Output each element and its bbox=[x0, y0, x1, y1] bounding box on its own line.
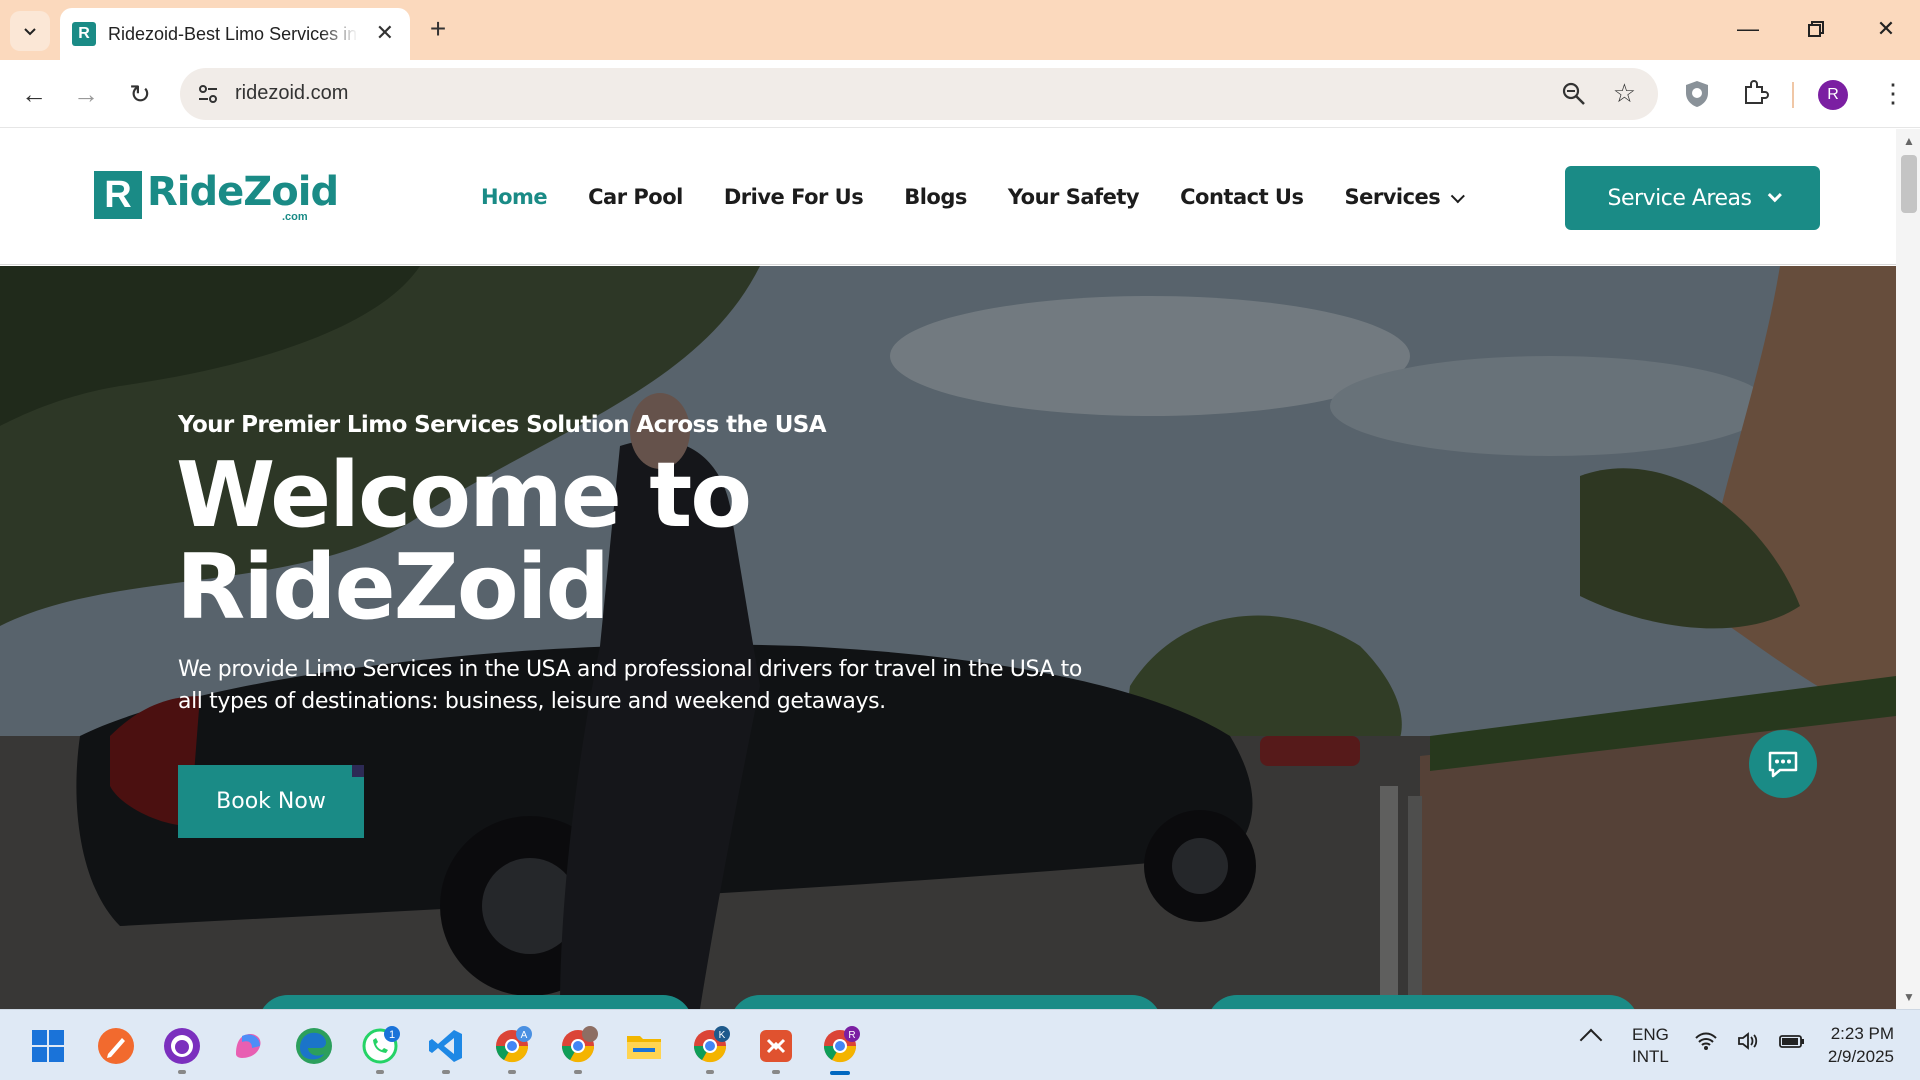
nav-link-contact-us[interactable]: Contact Us bbox=[1180, 185, 1304, 209]
feature-card-tab[interactable] bbox=[258, 995, 693, 1009]
whatsapp-icon[interactable]: 1 bbox=[360, 1026, 400, 1066]
system-tray[interactable] bbox=[1694, 1030, 1806, 1058]
chrome-profile-badge: A bbox=[521, 1030, 528, 1041]
active-app-indicator bbox=[830, 1071, 850, 1075]
chrome-profile-r-icon[interactable]: R bbox=[820, 1026, 860, 1066]
copilot-icon[interactable] bbox=[228, 1026, 268, 1066]
whatsapp-badge: 1 bbox=[389, 1029, 395, 1041]
nav-link-car-pool[interactable]: Car Pool bbox=[588, 185, 683, 209]
nav-link-services-label: Services bbox=[1344, 185, 1441, 209]
nav-link-home[interactable]: Home bbox=[481, 185, 548, 209]
nav-link-services[interactable]: Services bbox=[1344, 185, 1466, 209]
github-desktop-icon[interactable] bbox=[162, 1026, 202, 1066]
remote-app-icon[interactable] bbox=[756, 1026, 796, 1066]
hero-description: We provide Limo Services in the USA and … bbox=[178, 657, 1082, 714]
browser-tab-active[interactable]: R Ridezoid-Best Limo Services in the USA… bbox=[60, 8, 410, 60]
site-header: R RideZoid .com Home Car Pool Drive For … bbox=[0, 129, 1896, 265]
battery-icon[interactable] bbox=[1778, 1030, 1806, 1058]
input-language-indicator[interactable]: ENG INTL bbox=[1632, 1024, 1669, 1068]
address-bar[interactable]: ridezoid.com ☆ bbox=[180, 68, 1658, 120]
running-indicator bbox=[508, 1070, 516, 1074]
running-indicator bbox=[574, 1070, 582, 1074]
running-indicator bbox=[442, 1070, 450, 1074]
nav-link-your-safety[interactable]: Your Safety bbox=[1008, 185, 1140, 209]
chrome-profile-k-icon[interactable]: K bbox=[690, 1026, 730, 1066]
chrome-profile-badge: R bbox=[848, 1030, 855, 1041]
logo-wordmark: RideZoid bbox=[147, 169, 339, 215]
start-icon[interactable] bbox=[28, 1026, 68, 1066]
running-indicator bbox=[376, 1070, 384, 1074]
book-now-button[interactable]: Book Now bbox=[178, 765, 364, 838]
running-indicator bbox=[178, 1070, 186, 1074]
edge-icon[interactable] bbox=[294, 1026, 334, 1066]
wifi-icon[interactable] bbox=[1694, 1030, 1718, 1058]
browser-tab-bar: R Ridezoid-Best Limo Services in the USA… bbox=[0, 0, 1920, 60]
chrome-profile-badge: K bbox=[719, 1030, 726, 1041]
chevron-down-icon bbox=[24, 28, 36, 36]
running-indicator bbox=[772, 1070, 780, 1074]
nav-link-blogs[interactable]: Blogs bbox=[904, 185, 967, 209]
tab-title: Ridezoid-Best Limo Services in the USA bbox=[108, 23, 358, 44]
shield-extension-icon[interactable] bbox=[1684, 80, 1710, 108]
hero-title: Welcome to RideZoid bbox=[176, 450, 1076, 634]
chrome-profile-photo-icon[interactable] bbox=[558, 1026, 598, 1066]
chat-bubble-icon bbox=[1768, 751, 1798, 778]
chevron-down-icon bbox=[1768, 188, 1783, 203]
book-now-label: Book Now bbox=[216, 789, 326, 814]
language-code: ENG bbox=[1632, 1025, 1669, 1044]
service-areas-button[interactable]: Service Areas bbox=[1565, 166, 1820, 230]
forward-arrow-icon[interactable]: → bbox=[66, 74, 106, 114]
button-corner-accent bbox=[352, 765, 364, 777]
hero-section: Your Premier Limo Services Solution Acro… bbox=[0, 266, 1896, 1009]
tab-search-button[interactable] bbox=[10, 11, 50, 51]
site-logo[interactable]: R RideZoid .com bbox=[94, 169, 339, 231]
hero-title-line-2: RideZoid bbox=[176, 535, 610, 640]
profile-avatar[interactable]: R bbox=[1818, 80, 1848, 110]
restore-window-icon[interactable] bbox=[1796, 12, 1836, 48]
bookmark-star-icon[interactable]: ☆ bbox=[1613, 78, 1636, 109]
service-areas-label: Service Areas bbox=[1607, 185, 1752, 211]
main-navigation: Home Car Pool Drive For Us Blogs Your Sa… bbox=[481, 185, 1501, 209]
new-tab-button[interactable]: + bbox=[420, 12, 456, 48]
volume-icon[interactable] bbox=[1736, 1030, 1760, 1058]
show-hidden-icons-chevron-icon[interactable] bbox=[1579, 1028, 1603, 1052]
url-text[interactable]: ridezoid.com bbox=[235, 82, 348, 105]
site-settings-icon[interactable] bbox=[196, 82, 220, 106]
back-arrow-icon[interactable]: ← bbox=[14, 74, 54, 114]
hero-title-line-1: Welcome to bbox=[176, 443, 752, 548]
logo-suffix: .com bbox=[282, 211, 308, 223]
close-tab-icon[interactable]: ✕ bbox=[376, 22, 394, 44]
feature-card-tab[interactable] bbox=[730, 995, 1162, 1009]
browser-menu-icon[interactable]: ⋮ bbox=[1880, 76, 1906, 110]
zoom-icon[interactable] bbox=[1560, 80, 1588, 108]
scroll-up-arrow-icon[interactable]: ▲ bbox=[1903, 134, 1915, 148]
minimize-icon[interactable]: — bbox=[1728, 12, 1768, 48]
chrome-profile-a-icon[interactable]: A bbox=[492, 1026, 532, 1066]
nav-link-drive-for-us[interactable]: Drive For Us bbox=[724, 185, 864, 209]
web-page: R RideZoid .com Home Car Pool Drive For … bbox=[0, 129, 1896, 1009]
system-clock[interactable]: 2:23 PM 2/9/2025 bbox=[1812, 1022, 1894, 1068]
file-explorer-icon[interactable] bbox=[624, 1026, 664, 1066]
pen-app-icon[interactable] bbox=[96, 1026, 136, 1066]
close-window-icon[interactable]: ✕ bbox=[1866, 12, 1906, 48]
extensions-puzzle-icon[interactable] bbox=[1740, 78, 1770, 108]
scroll-down-arrow-icon[interactable]: ▼ bbox=[1903, 990, 1915, 1004]
logo-mark-icon: R bbox=[94, 171, 142, 219]
vscode-icon[interactable] bbox=[426, 1026, 466, 1066]
scrollbar-thumb[interactable] bbox=[1901, 155, 1917, 213]
feature-card-tab[interactable] bbox=[1207, 995, 1639, 1009]
running-indicator bbox=[706, 1070, 714, 1074]
toolbar-divider bbox=[1792, 82, 1794, 108]
clock-time: 2:23 PM bbox=[1830, 1024, 1894, 1043]
site-favicon-icon: R bbox=[72, 22, 96, 46]
browser-toolbar: ← → ↻ ridezoid.com ☆ R ⋮ bbox=[0, 60, 1920, 128]
chevron-down-icon bbox=[1451, 189, 1466, 204]
chat-widget-button[interactable] bbox=[1749, 730, 1817, 798]
windows-taskbar: 1 A K R ENG INTL 2:23 PM 2/9/2025 bbox=[0, 1009, 1920, 1080]
hero-tagline: Your Premier Limo Services Solution Acro… bbox=[178, 412, 827, 438]
keyboard-layout: INTL bbox=[1632, 1047, 1669, 1066]
page-scrollbar[interactable] bbox=[1896, 129, 1920, 1009]
clock-date: 2/9/2025 bbox=[1827, 1047, 1894, 1066]
reload-icon[interactable]: ↻ bbox=[120, 74, 160, 114]
